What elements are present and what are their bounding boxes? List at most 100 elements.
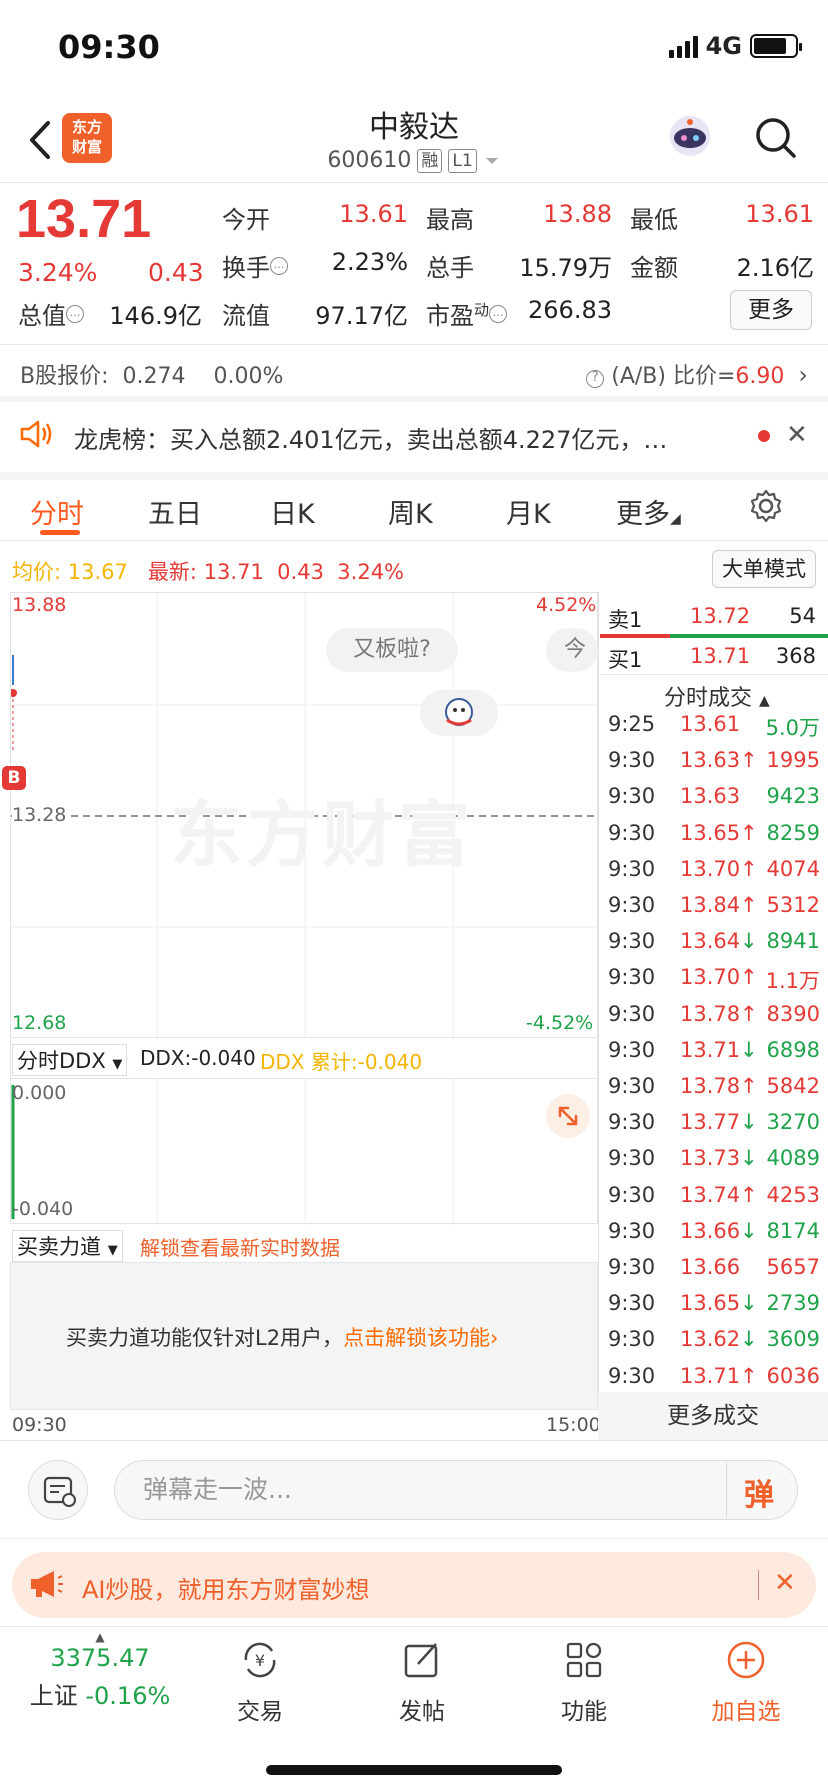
chart-mid-label: 13.28	[12, 804, 67, 826]
home-indicator	[266, 1765, 562, 1775]
index-pct: -0.16%	[85, 1682, 171, 1710]
search-button[interactable]	[752, 114, 800, 162]
question-icon: ?	[586, 370, 605, 388]
grid-icon	[566, 1642, 602, 1678]
close-banner-icon[interactable]: ✕	[774, 1568, 796, 1598]
tick-volume: 1995	[766, 748, 820, 773]
danmu-send-button[interactable]: 弹	[744, 1470, 774, 1514]
tab-weekly-k[interactable]: 周K	[388, 492, 433, 531]
add-circle-icon	[727, 1641, 765, 1679]
info-icon: …	[270, 257, 288, 275]
arrow-up-icon: ↑	[740, 820, 758, 845]
status-icons: 4G	[668, 32, 802, 60]
caret-up-icon: ▲	[759, 693, 770, 709]
buy-ratio-bar	[670, 634, 828, 638]
ticks-title[interactable]: 分时成交 ▲	[664, 680, 770, 712]
more-quote-button[interactable]: 更多	[730, 290, 812, 330]
tab-active-indicator	[40, 530, 80, 535]
pe-label[interactable]: 市盈动…	[426, 296, 508, 331]
caret-down-icon: ▼	[107, 1243, 118, 1258]
volume-label: 总手	[426, 254, 474, 282]
ddx-grid	[11, 1079, 454, 1225]
danmu-settings-icon	[43, 1476, 76, 1507]
level-tag: L1	[448, 148, 477, 173]
buy1-price: 13.71	[690, 644, 751, 668]
reaction-bubble[interactable]	[420, 690, 498, 736]
tick-volume: 8390	[766, 1001, 820, 1026]
nav-post[interactable]: 发帖	[357, 1638, 487, 1726]
tick-row: 9:25 13.61 5.0万	[606, 712, 820, 748]
caret-up-icon: ▲	[95, 1630, 105, 1644]
tick-row: 9:30 13.65 ↑ 8259	[606, 821, 820, 857]
tick-volume: 3270	[766, 1110, 820, 1135]
tick-volume: 2739	[766, 1291, 820, 1316]
close-notice-icon[interactable]: ✕	[786, 420, 808, 450]
divider	[0, 540, 828, 541]
tick-price: 13.71	[680, 1037, 741, 1062]
tick-price: 13.66	[680, 1218, 741, 1243]
nav-add-watchlist[interactable]: 加自选	[681, 1638, 811, 1726]
sell1-volume: 54	[789, 604, 816, 628]
mmld-message: 买卖力道功能仅针对L2用户，点击解锁该功能›	[66, 1326, 499, 1350]
more-ticks-button[interactable]: 更多成交	[598, 1392, 828, 1440]
tick-price: 13.70	[680, 965, 741, 990]
tick-price: 13.77	[680, 1110, 741, 1135]
unlock-link[interactable]: 点击解锁该功能›	[343, 1326, 498, 1350]
tick-time: 9:30	[608, 1037, 656, 1062]
tick-volume: 3609	[766, 1327, 820, 1352]
tab-daily-k[interactable]: 日K	[270, 492, 315, 531]
danmu-input[interactable]: 弹幕走一波...	[114, 1460, 798, 1520]
tick-time: 9:30	[608, 1110, 656, 1135]
expand-button[interactable]	[546, 1094, 590, 1138]
section-gap	[0, 472, 828, 480]
tab-monthly-k[interactable]: 月K	[506, 492, 551, 531]
mmld-unlock-hint[interactable]: 解锁查看最新实时数据	[140, 1232, 340, 1261]
tick-time: 9:30	[608, 965, 656, 990]
divider	[0, 1440, 828, 1441]
tick-volume: 4253	[766, 1182, 820, 1207]
high-label: 最高	[426, 206, 474, 234]
caret-down-icon	[485, 157, 498, 164]
tick-time: 9:30	[608, 784, 656, 809]
arrow-down-icon: ↓	[740, 1291, 758, 1316]
tick-row: 9:30 13.73 ↓ 4089	[606, 1146, 820, 1182]
tick-price: 13.84	[680, 893, 741, 917]
ab-ratio[interactable]: ? (A/B) 比价=6.90 ›	[586, 358, 808, 390]
sell1-price: 13.72	[690, 604, 751, 628]
ai-assistant-icon[interactable]	[666, 112, 714, 160]
arrow-up-icon: ↑	[740, 856, 758, 881]
nav-trade[interactable]: ¥ 交易	[195, 1638, 325, 1726]
tick-volume: 6898	[766, 1037, 820, 1062]
info-icon: …	[489, 305, 508, 323]
ai-banner-text[interactable]: AI炒股，就用东方财富妙想	[82, 1570, 370, 1605]
tick-volume: 8259	[766, 820, 820, 845]
ddx-selector[interactable]: 分时DDX ▼	[12, 1044, 128, 1076]
speaker-icon	[18, 418, 54, 454]
notice-text[interactable]: 龙虎榜：买入总额2.401亿元，卖出总额4.227亿元，…	[74, 420, 734, 455]
buy-marker[interactable]: B	[2, 766, 26, 790]
big-order-mode-button[interactable]: 大单模式	[712, 550, 816, 588]
comment-bubble[interactable]: 今天	[546, 628, 598, 672]
index-ticker[interactable]: ▲ 3375.47 上证 -0.16%	[20, 1630, 180, 1720]
tick-time: 9:30	[608, 1255, 656, 1279]
nav-functions[interactable]: 功能	[519, 1638, 649, 1726]
turnover-label[interactable]: 换手…	[222, 248, 288, 283]
divider	[0, 1538, 828, 1539]
tab-intraday[interactable]: 分时	[30, 492, 84, 531]
tab-more[interactable]: 更多◢	[616, 492, 681, 531]
divider	[600, 674, 828, 675]
tick-time: 9:25	[608, 712, 656, 736]
mmld-selector[interactable]: 买卖力道 ▼	[12, 1230, 123, 1262]
tick-price: 13.62	[680, 1327, 741, 1352]
network-type: 4G	[705, 32, 742, 60]
tab-five-day[interactable]: 五日	[148, 492, 202, 531]
tick-price: 13.66	[680, 1255, 741, 1279]
danmu-toggle-button[interactable]	[28, 1460, 88, 1520]
watermark: 东方财富	[170, 793, 475, 877]
settings-button[interactable]	[748, 488, 784, 528]
float-cap-label: 流值	[222, 302, 270, 330]
comment-bubble[interactable]: 又板啦?	[326, 628, 458, 672]
ddx-chart[interactable]	[10, 1078, 598, 1225]
market-cap-label[interactable]: 总值…	[18, 296, 84, 331]
tick-row: 9:30 13.63 9423	[606, 784, 820, 820]
